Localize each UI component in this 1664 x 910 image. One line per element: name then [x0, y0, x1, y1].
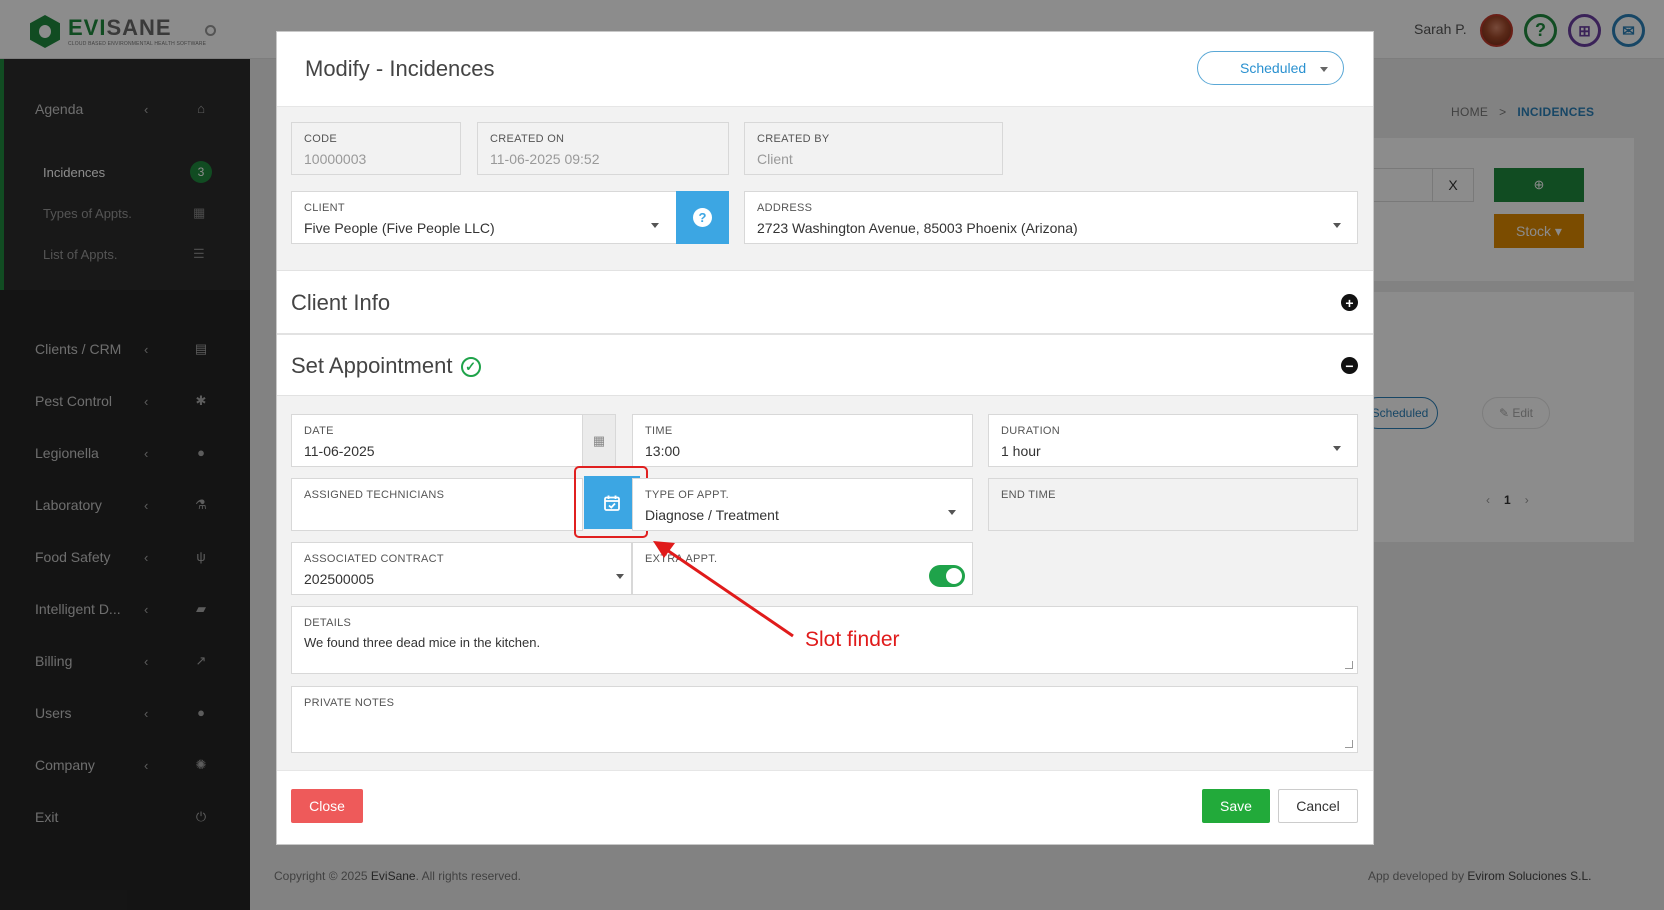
extra-appt-label: EXTRA APPT. [645, 553, 718, 565]
address-select[interactable]: ADDRESS 2723 Washington Avenue, 85003 Ph… [744, 191, 1358, 244]
technicians-field[interactable]: ASSIGNED TECHNICIANS [291, 478, 583, 531]
status-value: Scheduled [1240, 60, 1307, 76]
time-label: TIME [645, 425, 673, 437]
section-title: Client Info [291, 290, 391, 315]
client-select[interactable]: CLIENT Five People (Five People LLC) [291, 191, 677, 244]
resize-handle-icon[interactable] [1345, 661, 1353, 669]
code-value: 10000003 [304, 151, 367, 167]
code-label: CODE [304, 133, 337, 145]
contract-label: ASSOCIATED CONTRACT [304, 553, 444, 565]
private-notes-textarea[interactable]: PRIVATE NOTES [291, 686, 1358, 753]
duration-label: DURATION [1001, 425, 1061, 437]
client-label: CLIENT [304, 202, 345, 214]
type-value: Diagnose / Treatment [645, 507, 779, 523]
modal-title: Modify - Incidences [305, 56, 495, 81]
end-time-label: END TIME [1001, 489, 1056, 501]
caret-down-icon [1333, 223, 1341, 228]
type-of-appt-select[interactable]: TYPE OF APPT. Diagnose / Treatment [632, 478, 973, 531]
date-label: DATE [304, 425, 334, 437]
created-on-label: CREATED ON [490, 133, 565, 145]
date-value: 11-06-2025 [304, 443, 375, 459]
address-value: 2723 Washington Avenue, 85003 Phoenix (A… [757, 220, 1078, 236]
modal-header: Modify - Incidences Scheduled [277, 32, 1373, 107]
close-button[interactable]: Close [291, 789, 363, 823]
calendar-icon[interactable]: ▦ [582, 414, 616, 467]
created-by-label: CREATED BY [757, 133, 830, 145]
caret-down-icon [948, 510, 956, 515]
annotation-label: Slot finder [805, 628, 900, 651]
check-circle-icon: ✓ [460, 357, 481, 378]
caret-down-icon [616, 574, 624, 579]
client-info-section[interactable]: Client Info + [277, 270, 1373, 334]
status-select[interactable]: Scheduled [1197, 51, 1344, 85]
extra-appt-field: EXTRA APPT. [632, 542, 973, 595]
created-on-value: 11-06-2025 09:52 [490, 151, 600, 167]
resize-handle-icon[interactable] [1345, 740, 1353, 748]
duration-select[interactable]: DURATION 1 hour [988, 414, 1358, 467]
caret-down-icon [651, 223, 659, 228]
type-label: TYPE OF APPT. [645, 489, 729, 501]
duration-value: 1 hour [1001, 443, 1041, 459]
cancel-button[interactable]: Cancel [1278, 789, 1358, 823]
contract-select[interactable]: ASSOCIATED CONTRACT 202500005 [291, 542, 632, 595]
technicians-label: ASSIGNED TECHNICIANS [304, 489, 445, 501]
collapse-minus-icon[interactable]: − [1341, 357, 1358, 374]
question-icon: ? [693, 208, 712, 227]
caret-down-icon [1333, 446, 1341, 451]
address-label: ADDRESS [757, 202, 813, 214]
set-appointment-section[interactable]: Set Appointment ✓ − [277, 334, 1373, 396]
client-value: Five People (Five People LLC) [304, 220, 495, 236]
section-title: Set Appointment ✓ [291, 353, 481, 379]
created-by-value: Client [757, 151, 793, 167]
caret-down-icon [1320, 67, 1328, 72]
end-time-field: END TIME [988, 478, 1358, 531]
date-field[interactable]: DATE 11-06-2025 [291, 414, 583, 467]
expand-plus-icon[interactable]: + [1341, 294, 1358, 311]
contract-value: 202500005 [304, 571, 375, 587]
extra-appt-toggle[interactable] [929, 565, 965, 587]
details-value: We found three dead mice in the kitchen. [304, 635, 541, 650]
save-button[interactable]: Save [1202, 789, 1270, 823]
created-on-field: CREATED ON 11-06-2025 09:52 [477, 122, 729, 175]
time-value: 13:00 [645, 443, 681, 459]
private-notes-label: PRIVATE NOTES [304, 697, 395, 709]
modal-footer: Close Save Cancel [277, 770, 1373, 844]
time-field[interactable]: TIME 13:00 [632, 414, 973, 467]
code-field: CODE 10000003 [291, 122, 461, 175]
created-by-field: CREATED BY Client [744, 122, 1003, 175]
details-label: DETAILS [304, 617, 352, 629]
modify-incidence-modal: Modify - Incidences Scheduled CODE 10000… [276, 31, 1374, 845]
client-help-button[interactable]: ? [676, 191, 729, 244]
